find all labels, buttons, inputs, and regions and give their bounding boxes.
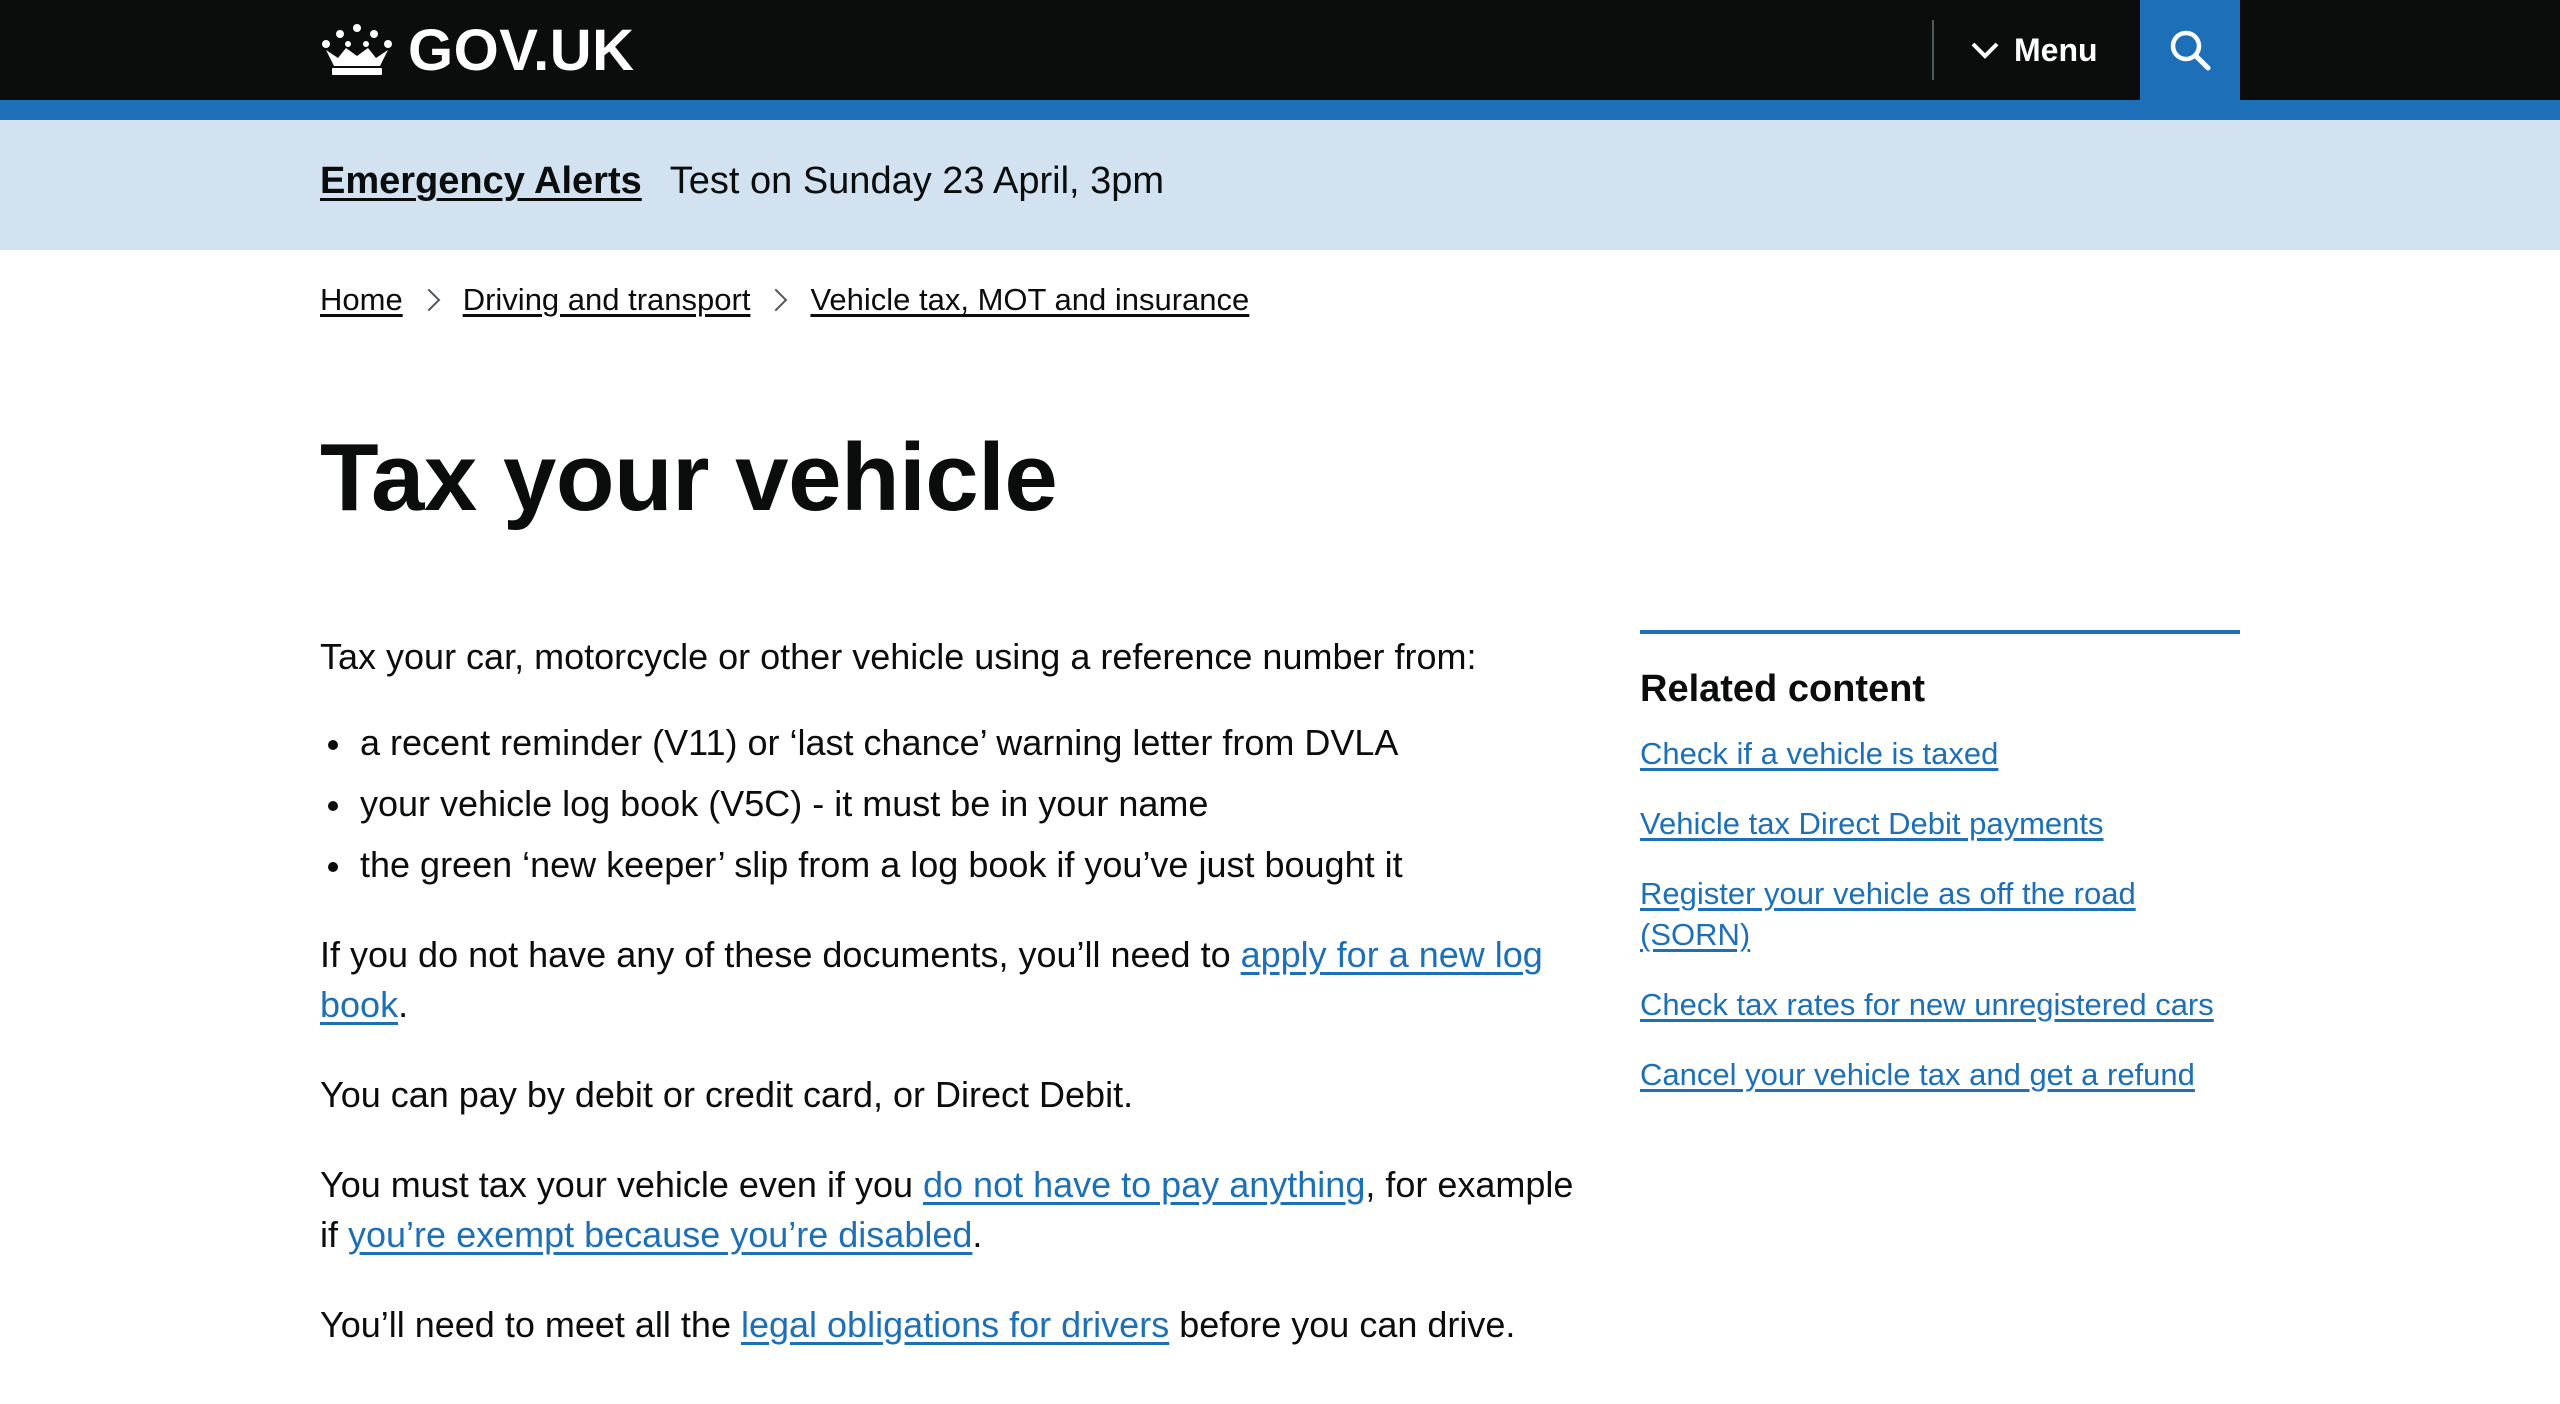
- breadcrumb-separator-icon: [765, 288, 788, 312]
- reference-list: a recent reminder (V11) or ‘last chance’…: [320, 718, 1590, 890]
- main-content: Tax your car, motorcycle or other vehicl…: [320, 632, 1590, 1390]
- emergency-alert-banner: Emergency Alerts Test on Sunday 23 April…: [0, 120, 2560, 250]
- list-item: Check tax rates for new unregistered car…: [1640, 984, 2240, 1025]
- header-accent-bar: [0, 100, 2560, 120]
- list-item: a recent reminder (V11) or ‘last chance’…: [320, 718, 1590, 768]
- emergency-alerts-text: Test on Sunday 23 April, 3pm: [669, 160, 1165, 202]
- list-item: Cancel your vehicle tax and get a refund: [1640, 1054, 2240, 1095]
- paragraph-text: You’ll need to meet all the: [320, 1304, 741, 1345]
- list-item: Check if a vehicle is taxed: [1640, 733, 2240, 774]
- site-header: GOV.UK Menu: [0, 0, 2560, 100]
- list-item: the green ‘new keeper’ slip from a log b…: [320, 840, 1590, 890]
- no-documents-paragraph: If you do not have any of these document…: [320, 930, 1590, 1030]
- crown-icon: [322, 24, 392, 75]
- must-tax-paragraph: You must tax your vehicle even if you do…: [320, 1160, 1590, 1260]
- paragraph-text: You must tax your vehicle even if you: [320, 1164, 923, 1205]
- list-item: Register your vehicle as off the road (S…: [1640, 873, 2240, 955]
- breadcrumb-vehicle-tax-mot-insurance[interactable]: Vehicle tax, MOT and insurance: [810, 282, 1249, 318]
- related-content-title: Related content: [1640, 668, 1926, 710]
- breadcrumb-separator-icon: [417, 288, 441, 312]
- related-link-check-taxed[interactable]: Check if a vehicle is taxed: [1640, 736, 1998, 771]
- related-link-cancel-refund[interactable]: Cancel your vehicle tax and get a refund: [1640, 1057, 2195, 1092]
- related-link-sorn[interactable]: Register your vehicle as off the road (S…: [1640, 876, 2136, 952]
- intro-paragraph: Tax your car, motorcycle or other vehicl…: [320, 636, 1477, 677]
- paragraph-text: .: [398, 984, 409, 1025]
- list-item: your vehicle log book (V5C) - it must be…: [320, 779, 1590, 829]
- related-link-direct-debit[interactable]: Vehicle tax Direct Debit payments: [1640, 806, 2104, 841]
- emergency-alerts-link[interactable]: Emergency Alerts: [320, 160, 642, 203]
- legal-obligations-link[interactable]: legal obligations for drivers: [741, 1304, 1169, 1345]
- paragraph-text: before you can drive.: [1169, 1304, 1516, 1345]
- logo-text: GOV.UK: [408, 17, 635, 83]
- chevron-down-icon: [1971, 42, 1999, 59]
- page-title: Tax your vehicle: [320, 424, 1058, 531]
- menu-button[interactable]: Menu: [1970, 0, 2130, 100]
- related-link-tax-rates[interactable]: Check tax rates for new unregistered car…: [1640, 987, 2214, 1022]
- paragraph-text: If you do not have any of these document…: [320, 934, 1241, 975]
- breadcrumb-driving-and-transport[interactable]: Driving and transport: [463, 282, 751, 318]
- paragraph-text: .: [972, 1214, 983, 1255]
- legal-obligations-paragraph: You’ll need to meet all the legal obliga…: [320, 1300, 1590, 1350]
- breadcrumb-home[interactable]: Home: [320, 282, 403, 318]
- breadcrumb: Home Driving and transport Vehicle tax, …: [320, 282, 1249, 318]
- menu-label: Menu: [2014, 31, 2098, 68]
- list-item: Vehicle tax Direct Debit payments: [1640, 803, 2240, 844]
- search-button[interactable]: [2140, 0, 2240, 100]
- do-not-have-to-pay-link[interactable]: do not have to pay anything: [923, 1164, 1365, 1205]
- related-content: Related content Check if a vehicle is ta…: [1640, 630, 2240, 1124]
- search-icon: [2170, 30, 2211, 71]
- payment-paragraph: You can pay by debit or credit card, or …: [320, 1074, 1134, 1115]
- govuk-logo-link[interactable]: GOV.UK: [320, 17, 635, 83]
- exempt-disabled-link[interactable]: you’re exempt because you’re disabled: [348, 1214, 972, 1255]
- related-links-list: Check if a vehicle is taxed Vehicle tax …: [1640, 733, 2240, 1095]
- header-divider: [1932, 20, 1934, 80]
